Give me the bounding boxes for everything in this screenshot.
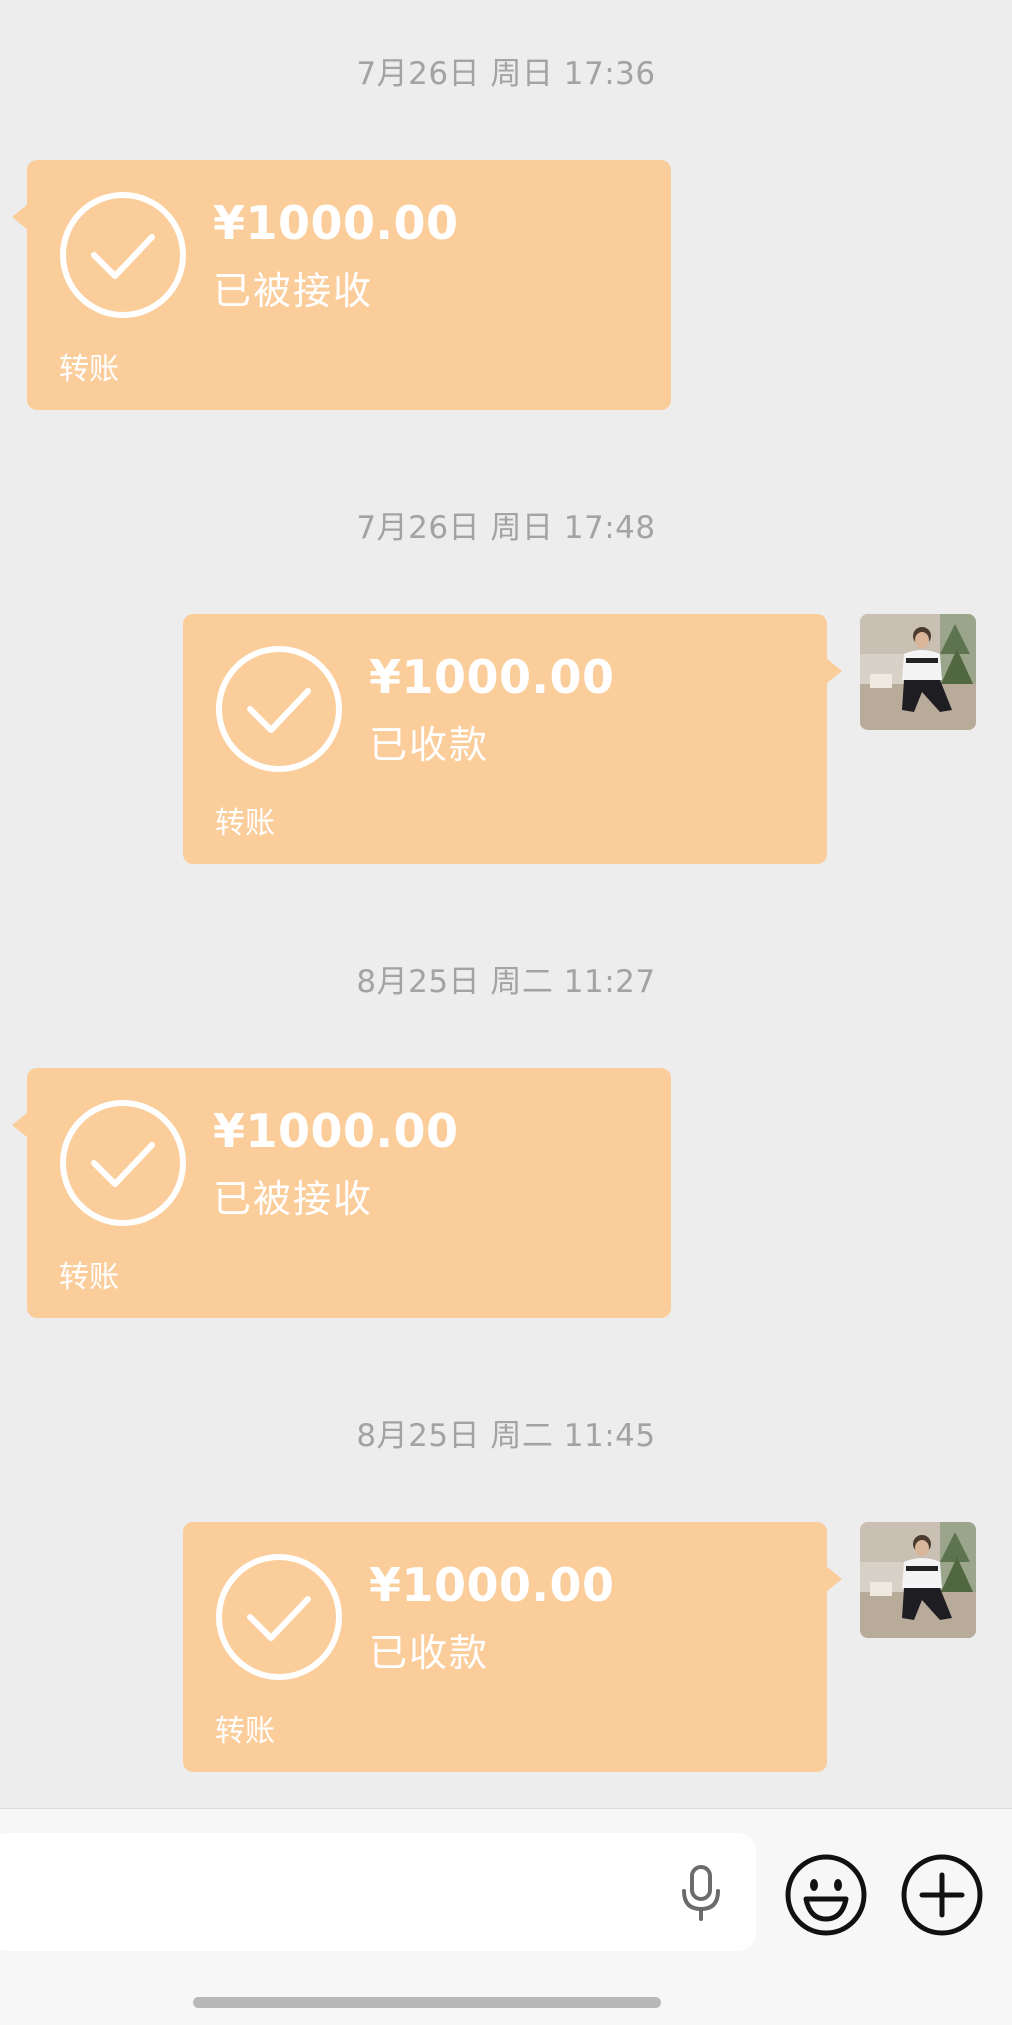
message-input[interactable]	[0, 1833, 756, 1951]
microphone-icon[interactable]	[678, 1863, 724, 1923]
message-timestamp: 7月26日 周日 17:48	[356, 510, 656, 546]
check-circle-icon	[60, 1100, 186, 1226]
transfer-amount: ¥1000.00	[369, 1558, 615, 1612]
transfer-amount: ¥1000.00	[213, 1104, 459, 1158]
transfer-bubble[interactable]: ¥1000.00 已被接收 转账	[12, 160, 671, 410]
chat-message-list[interactable]: 7月26日 周日 17:36 ¥1000.00 已被接收 转账 7月26日 周日…	[0, 0, 1012, 1808]
check-circle-icon	[216, 646, 342, 772]
transfer-label: 转账	[59, 1260, 119, 1295]
check-circle-icon	[60, 192, 186, 318]
emoji-icon[interactable]	[784, 1853, 868, 1937]
plus-icon[interactable]	[900, 1853, 984, 1937]
home-indicator[interactable]	[193, 1997, 661, 2008]
avatar-photo	[860, 1522, 976, 1638]
transfer-label: 转账	[59, 352, 119, 387]
avatar-photo	[860, 614, 976, 730]
message-timestamp: 8月25日 周二 11:27	[356, 964, 656, 1000]
transfer-status: 已收款	[369, 723, 490, 767]
transfer-status: 已被接收	[213, 269, 374, 313]
transfer-status: 已收款	[369, 1631, 490, 1675]
transfer-label: 转账	[215, 806, 275, 841]
input-bar	[0, 1808, 1012, 2025]
transfer-label: 转账	[215, 1714, 275, 1749]
check-circle-icon	[216, 1554, 342, 1680]
transfer-amount: ¥1000.00	[369, 650, 615, 704]
user-avatar[interactable]	[860, 614, 976, 730]
transfer-bubble[interactable]: ¥1000.00 已收款 转账	[183, 1522, 842, 1772]
transfer-bubble[interactable]: ¥1000.00 已收款 转账	[183, 614, 842, 864]
message-timestamp: 8月25日 周二 11:45	[356, 1418, 656, 1454]
transfer-status: 已被接收	[213, 1177, 374, 1221]
transfer-bubble[interactable]: ¥1000.00 已被接收 转账	[12, 1068, 671, 1318]
transfer-amount: ¥1000.00	[213, 196, 459, 250]
message-timestamp: 7月26日 周日 17:36	[356, 56, 656, 92]
user-avatar[interactable]	[860, 1522, 976, 1638]
